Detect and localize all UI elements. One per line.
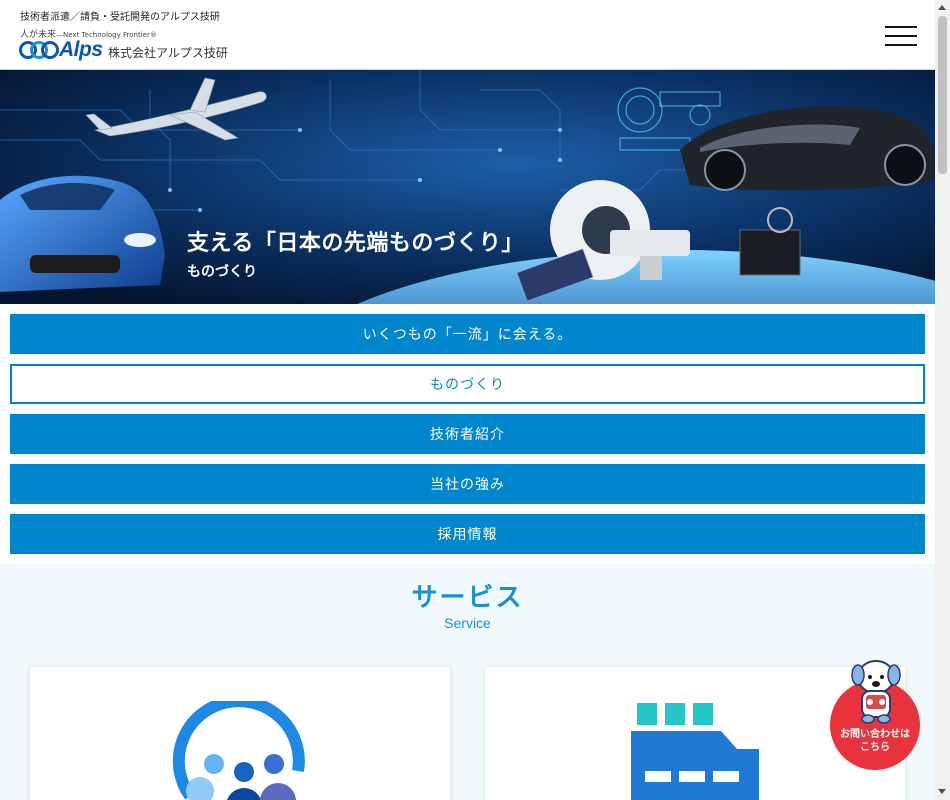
contact-label-line1: お問い合わせは xyxy=(840,729,910,740)
nav-item-engineers[interactable]: 技術者紹介 xyxy=(10,414,925,454)
nav-item-monozukuri[interactable]: ものづくり xyxy=(10,364,925,404)
factory-icon xyxy=(631,703,759,800)
hero-banner: 支える「日本の先端ものづくり」 ものづくり xyxy=(0,70,935,304)
hamburger-icon xyxy=(885,44,917,46)
logo-rings-icon xyxy=(19,41,59,59)
mascot-dog-icon xyxy=(851,660,901,724)
logo-brand: Alps xyxy=(59,38,103,61)
site-logo[interactable]: Alps 株式会社アルプス技研 xyxy=(19,38,249,62)
nav-item-ichiryu[interactable]: いくつもの「一流」に会える。 xyxy=(10,314,925,354)
people-group-icon xyxy=(172,701,305,800)
service-heading: サービス xyxy=(411,583,524,613)
hero-image xyxy=(0,70,935,304)
logo-company-name: 株式会社アルプス技研 xyxy=(108,46,228,60)
contact-label: お問い合わせは こちら xyxy=(830,728,920,754)
service-card-dispatch[interactable] xyxy=(30,667,450,800)
contact-label-line2: こちら xyxy=(860,742,890,753)
scroll-up-icon[interactable] xyxy=(938,5,946,10)
site-tagline: 技術者派遣／請負・受託開発のアルプス技研 xyxy=(20,12,220,23)
nav-item-strengths[interactable]: 当社の強み xyxy=(10,464,925,504)
hamburger-icon xyxy=(885,26,917,28)
hero-subtitle: ものづくり xyxy=(187,264,257,280)
nav-item-recruit[interactable]: 採用情報 xyxy=(10,514,925,554)
hero-title: 支える「日本の先端ものづくり」 xyxy=(187,231,524,256)
service-subheading: Service xyxy=(444,615,491,631)
site-header: 技術者派遣／請負・受託開発のアルプス技研 人が未来—Next Technolog… xyxy=(0,0,935,70)
page: 技術者派遣／請負・受託開発のアルプス技研 人が未来—Next Technolog… xyxy=(0,0,935,800)
page-scrollbar[interactable] xyxy=(935,0,950,800)
scrollbar-thumb[interactable] xyxy=(938,16,947,174)
scroll-down-icon[interactable] xyxy=(938,789,946,794)
hamburger-icon xyxy=(885,35,917,37)
menu-button[interactable] xyxy=(885,24,919,48)
